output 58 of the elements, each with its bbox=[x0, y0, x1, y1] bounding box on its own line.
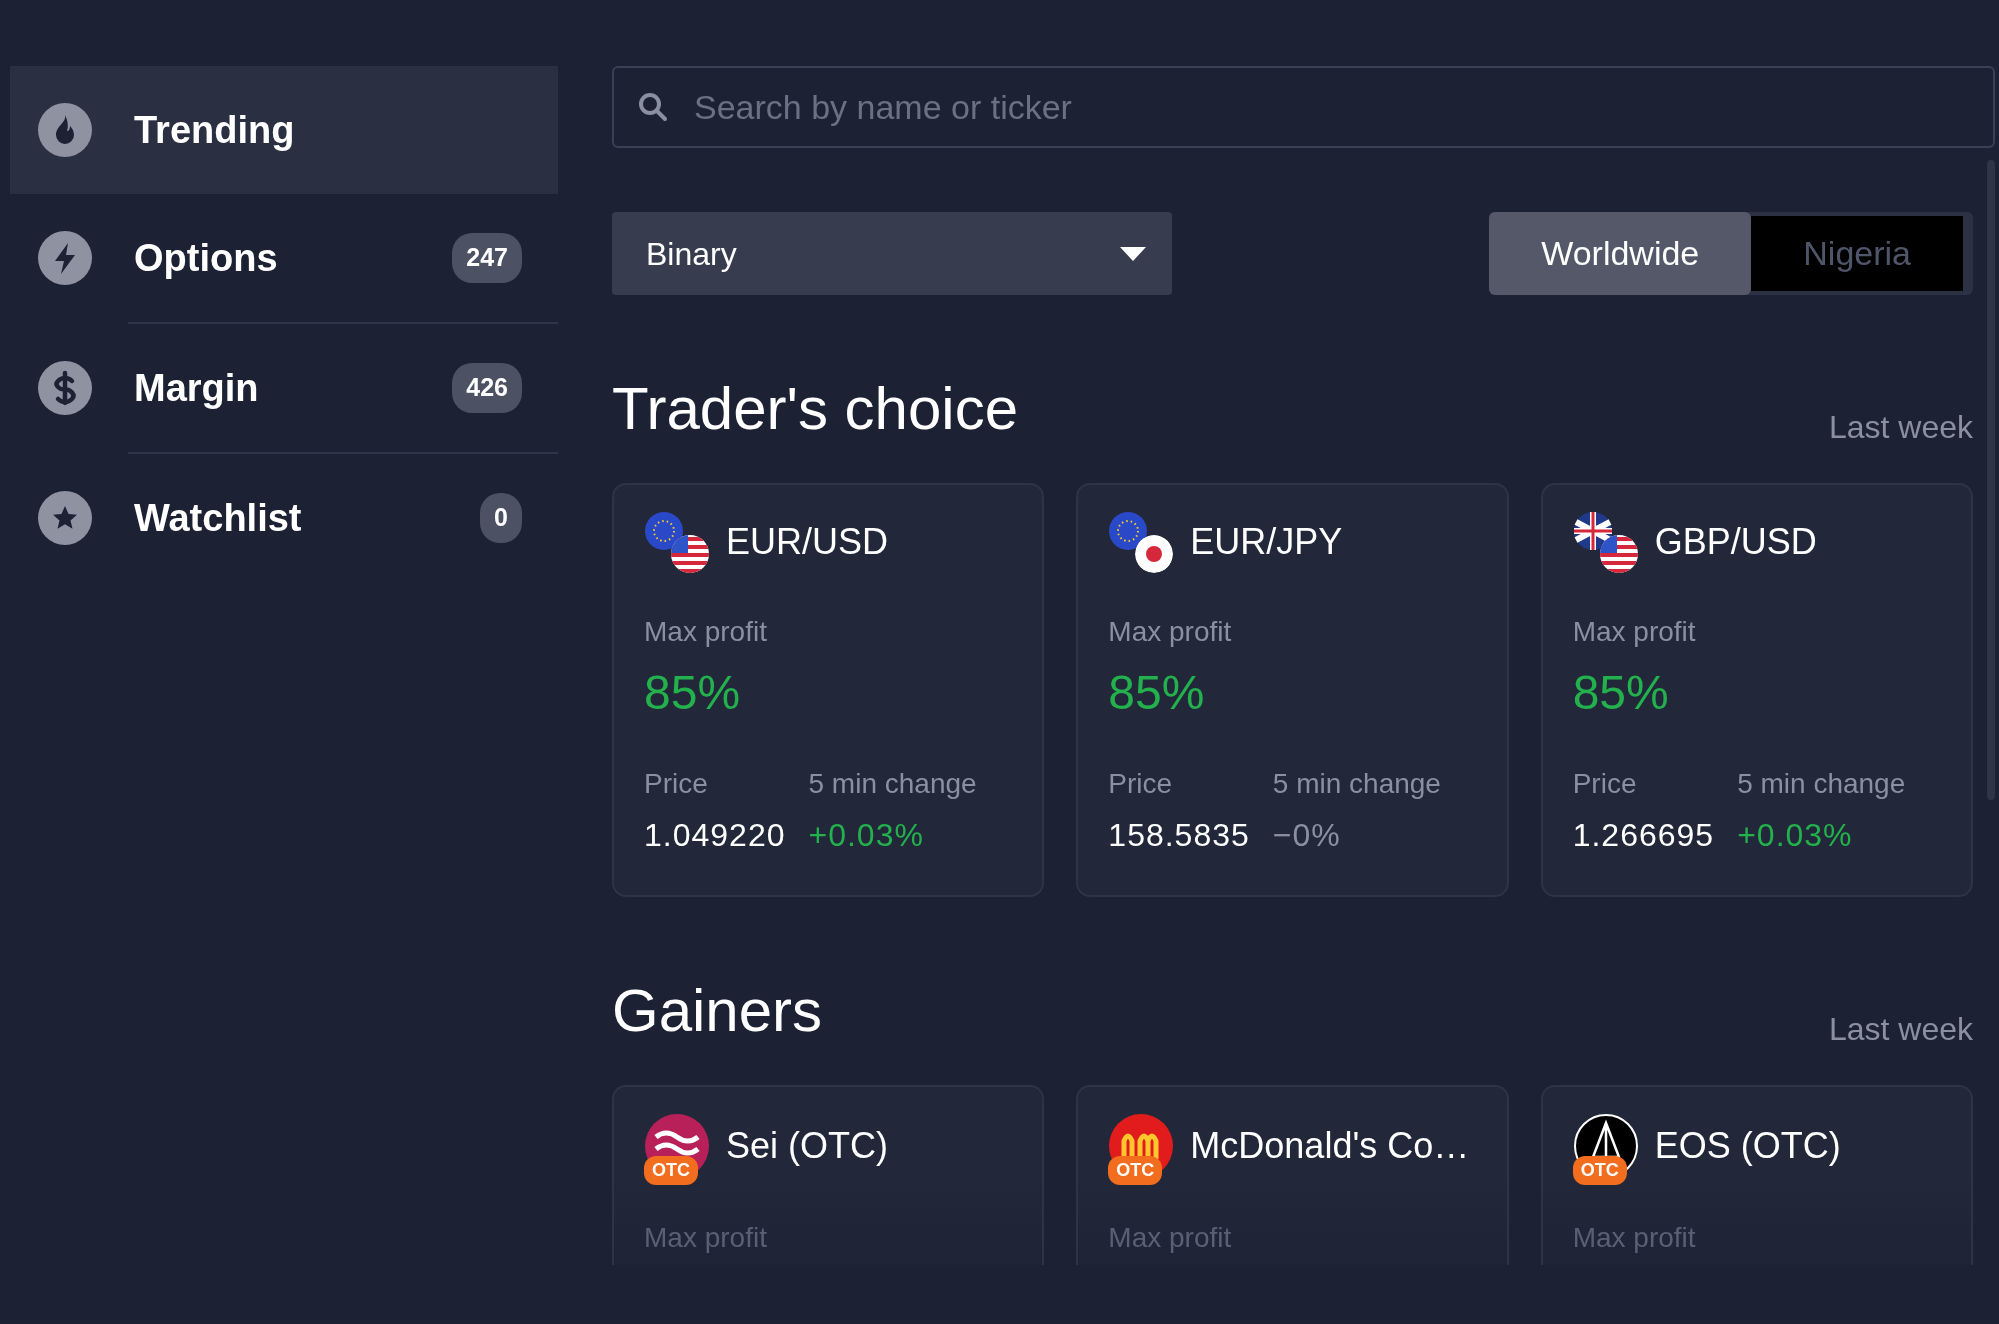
lightning-icon bbox=[38, 231, 92, 285]
max-profit-label: Max profit bbox=[1108, 1221, 1233, 1255]
sidebar-item[interactable]: Trending bbox=[10, 66, 558, 194]
asset-name: EUR/JPY bbox=[1190, 520, 1343, 564]
caret-icon bbox=[1120, 246, 1146, 261]
price-label: Price bbox=[1108, 767, 1174, 801]
currency-flags-icon bbox=[1108, 511, 1175, 573]
asset-card[interactable]: OTC McDonald's Co… Max profit bbox=[1076, 1085, 1509, 1265]
count-badge: 0 bbox=[480, 493, 522, 543]
asset-name: McDonald's Co… bbox=[1190, 1124, 1470, 1168]
asset-name: EOS (OTC) bbox=[1654, 1124, 1841, 1168]
change-value: −0% bbox=[1272, 816, 1342, 855]
price-value: 1.266695 bbox=[1572, 816, 1716, 855]
price-value: 158.5835 bbox=[1108, 816, 1251, 855]
sidebar-item[interactable]: Margin 426 bbox=[10, 324, 558, 452]
max-profit-label: Max profit bbox=[644, 1221, 768, 1255]
period-label: Last week bbox=[1828, 1010, 1973, 1049]
price-label: Price bbox=[644, 767, 709, 801]
asset-name: Sei (OTC) bbox=[726, 1124, 888, 1168]
otc-badge: OTC bbox=[644, 1156, 698, 1185]
sidebar-item[interactable]: Watchlist 0 bbox=[10, 454, 558, 582]
instrument-dropdown[interactable]: Binary bbox=[612, 212, 1172, 295]
max-profit-value: 85% bbox=[644, 665, 742, 721]
change-label: 5 min change bbox=[1737, 767, 1907, 801]
change-label: 5 min change bbox=[808, 767, 978, 801]
max-profit-label: Max profit bbox=[1572, 1221, 1697, 1255]
change-value: +0.03% bbox=[808, 816, 925, 855]
asset-name: EUR/USD bbox=[726, 520, 889, 564]
max-profit-label: Max profit bbox=[644, 615, 768, 649]
max-profit-value: 85% bbox=[1572, 665, 1670, 721]
search-field[interactable]: Search by name or ticker bbox=[612, 66, 1995, 148]
section-title: Trader's choice bbox=[612, 374, 1019, 444]
period-label: Last week bbox=[1828, 408, 1973, 447]
fire-icon bbox=[38, 103, 92, 157]
section-title: Gainers bbox=[612, 976, 823, 1046]
search-icon bbox=[638, 92, 668, 122]
max-profit-label: Max profit bbox=[1572, 615, 1697, 649]
change-value: +0.03% bbox=[1737, 816, 1854, 855]
price-value: 1.049220 bbox=[644, 816, 787, 855]
count-badge: 426 bbox=[452, 363, 522, 413]
region-tab[interactable]: Worldwide bbox=[1489, 212, 1752, 295]
dollar-icon bbox=[38, 361, 92, 415]
asset-card[interactable]: OTC EOS (OTC) Max profit bbox=[1540, 1085, 1973, 1265]
asset-card[interactable]: GBP/USD Max profit 85% Price 5 min change 1.266695 +0.03% bbox=[1540, 483, 1973, 897]
change-label: 5 min change bbox=[1272, 767, 1442, 801]
otc-badge: OTC bbox=[1108, 1156, 1163, 1185]
asset-card[interactable]: EUR/USD Max profit 85% Price 5 min change 1.049220 +0.03% bbox=[612, 483, 1045, 897]
currency-flags-icon bbox=[644, 511, 710, 573]
asset-card[interactable]: EUR/JPY Max profit 85% Price 5 min change 158.5835 −0% bbox=[1076, 483, 1509, 897]
price-label: Price bbox=[1572, 767, 1638, 801]
max-profit-label: Max profit bbox=[1108, 615, 1233, 649]
otc-badge: OTC bbox=[1572, 1156, 1627, 1185]
currency-flags-icon bbox=[1572, 511, 1639, 573]
max-profit-value: 85% bbox=[1108, 665, 1206, 721]
count-badge: 247 bbox=[452, 233, 522, 283]
asset-name: GBP/USD bbox=[1654, 520, 1817, 564]
asset-card[interactable]: OTC Sei (OTC) Max profit bbox=[612, 1085, 1045, 1265]
sidebar-item[interactable]: Options 247 bbox=[10, 194, 558, 322]
